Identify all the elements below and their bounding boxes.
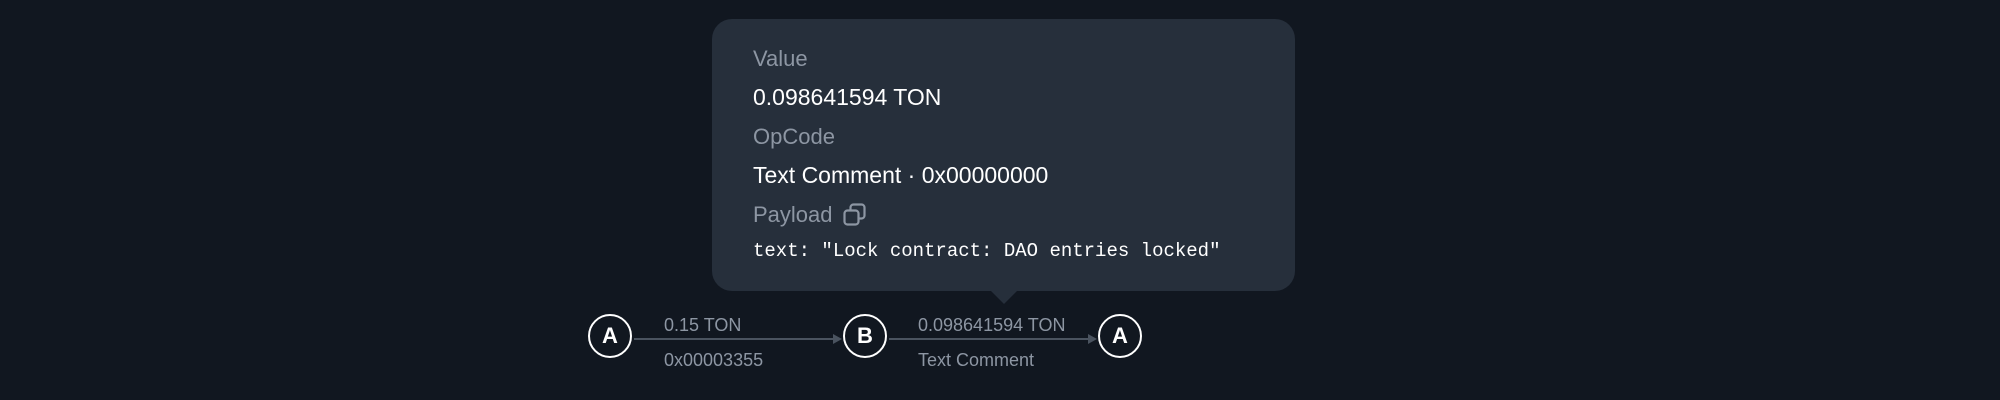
edge-a-to-b-opcode[interactable]: 0x00003355 bbox=[664, 349, 763, 371]
payload-header: Payload bbox=[753, 199, 1295, 231]
value-label: Value bbox=[753, 46, 808, 71]
arrow-head-icon bbox=[833, 334, 842, 344]
tooltip-arrow bbox=[990, 290, 1018, 304]
node-b[interactable]: B bbox=[843, 314, 887, 358]
edge-b-to-a-opcode[interactable]: Text Comment bbox=[918, 349, 1034, 371]
transaction-flow-view: Value 0.098641594 TON OpCode Text Commen… bbox=[0, 0, 2000, 400]
opcode-text: Text Comment · 0x00000000 bbox=[753, 162, 1049, 188]
node-a-source[interactable]: A bbox=[588, 314, 632, 358]
arrow-head-icon bbox=[1088, 334, 1097, 344]
node-a-destination[interactable]: A bbox=[1098, 314, 1142, 358]
payload-text: text: "Lock contract: DAO entries locked… bbox=[753, 240, 1221, 262]
edge-b-to-a[interactable] bbox=[889, 338, 1088, 340]
opcode-label: OpCode bbox=[753, 124, 835, 149]
copy-icon[interactable] bbox=[842, 202, 868, 228]
payload-label: Payload bbox=[753, 202, 833, 227]
edge-a-to-b-amount[interactable]: 0.15 TON bbox=[664, 314, 741, 336]
edge-a-to-b[interactable] bbox=[634, 338, 833, 340]
edge-b-to-a-amount[interactable]: 0.098641594 TON bbox=[918, 314, 1065, 336]
value-text: 0.098641594 TON bbox=[753, 84, 942, 110]
message-details-tooltip: Value 0.098641594 TON OpCode Text Commen… bbox=[712, 19, 1295, 291]
